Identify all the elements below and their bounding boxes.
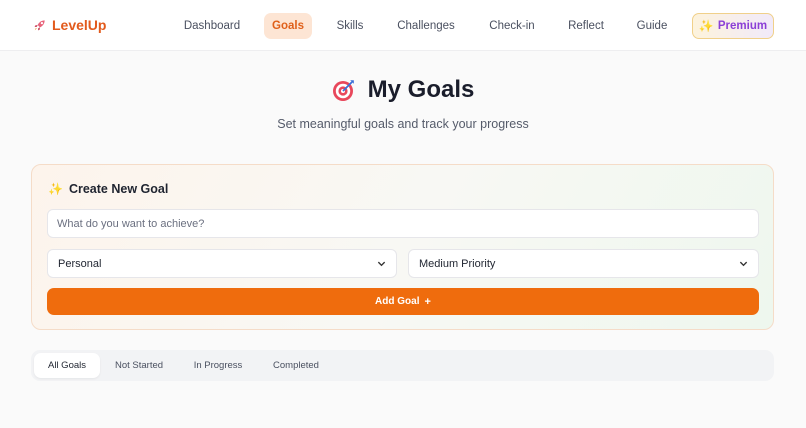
nav-challenges[interactable]: Challenges (393, 13, 459, 39)
tab-all-goals[interactable]: All Goals (34, 353, 100, 378)
tab-in-progress[interactable]: In Progress (184, 353, 252, 378)
rocket-icon (34, 19, 45, 30)
plus-icon: + (424, 295, 431, 308)
add-goal-label: Add Goal (375, 296, 420, 307)
goal-title-input[interactable] (47, 209, 759, 238)
priority-select[interactable]: Medium Priority (408, 249, 759, 278)
premium-label: Premium (717, 20, 768, 32)
brand-name: LevelUp (52, 17, 107, 33)
nav-skills[interactable]: Skills (332, 13, 368, 39)
tab-not-started[interactable]: Not Started (105, 353, 173, 378)
nav-goals[interactable]: Goals (264, 13, 312, 39)
nav-check-in[interactable]: Check-in (484, 13, 540, 39)
premium-button[interactable]: ✨ Premium (692, 13, 774, 39)
category-select-value: Personal (58, 257, 102, 270)
nav-reflect[interactable]: Reflect (564, 13, 608, 39)
target-icon (332, 80, 354, 101)
tab-completed[interactable]: Completed (263, 353, 329, 378)
page-subtitle: Set meaningful goals and track your prog… (277, 117, 529, 131)
page-title: My Goals (367, 76, 475, 103)
priority-select-value: Medium Priority (419, 257, 496, 270)
top-navigation-bar: LevelUp Dashboard Goals Skills Challenge… (0, 0, 806, 51)
page-header: My Goals (0, 74, 806, 106)
nav-dashboard[interactable]: Dashboard (181, 13, 243, 39)
sparkles-icon: ✨ (48, 182, 63, 196)
sparkles-icon: ✨ (698, 19, 714, 33)
create-goal-card: ✨ Create New Goal Personal Medium Priori… (31, 164, 774, 330)
goal-filter-tabs: All Goals Not Started In Progress Comple… (31, 350, 774, 381)
chevron-down-icon (377, 261, 386, 267)
create-goal-title: Create New Goal (68, 182, 169, 196)
create-goal-heading: ✨ Create New Goal (48, 182, 168, 196)
nav-guide[interactable]: Guide (634, 13, 670, 39)
add-goal-button[interactable]: Add Goal + (47, 288, 759, 315)
brand-logo[interactable]: LevelUp (32, 17, 106, 33)
chevron-down-icon (739, 261, 748, 267)
category-select[interactable]: Personal (47, 249, 397, 278)
